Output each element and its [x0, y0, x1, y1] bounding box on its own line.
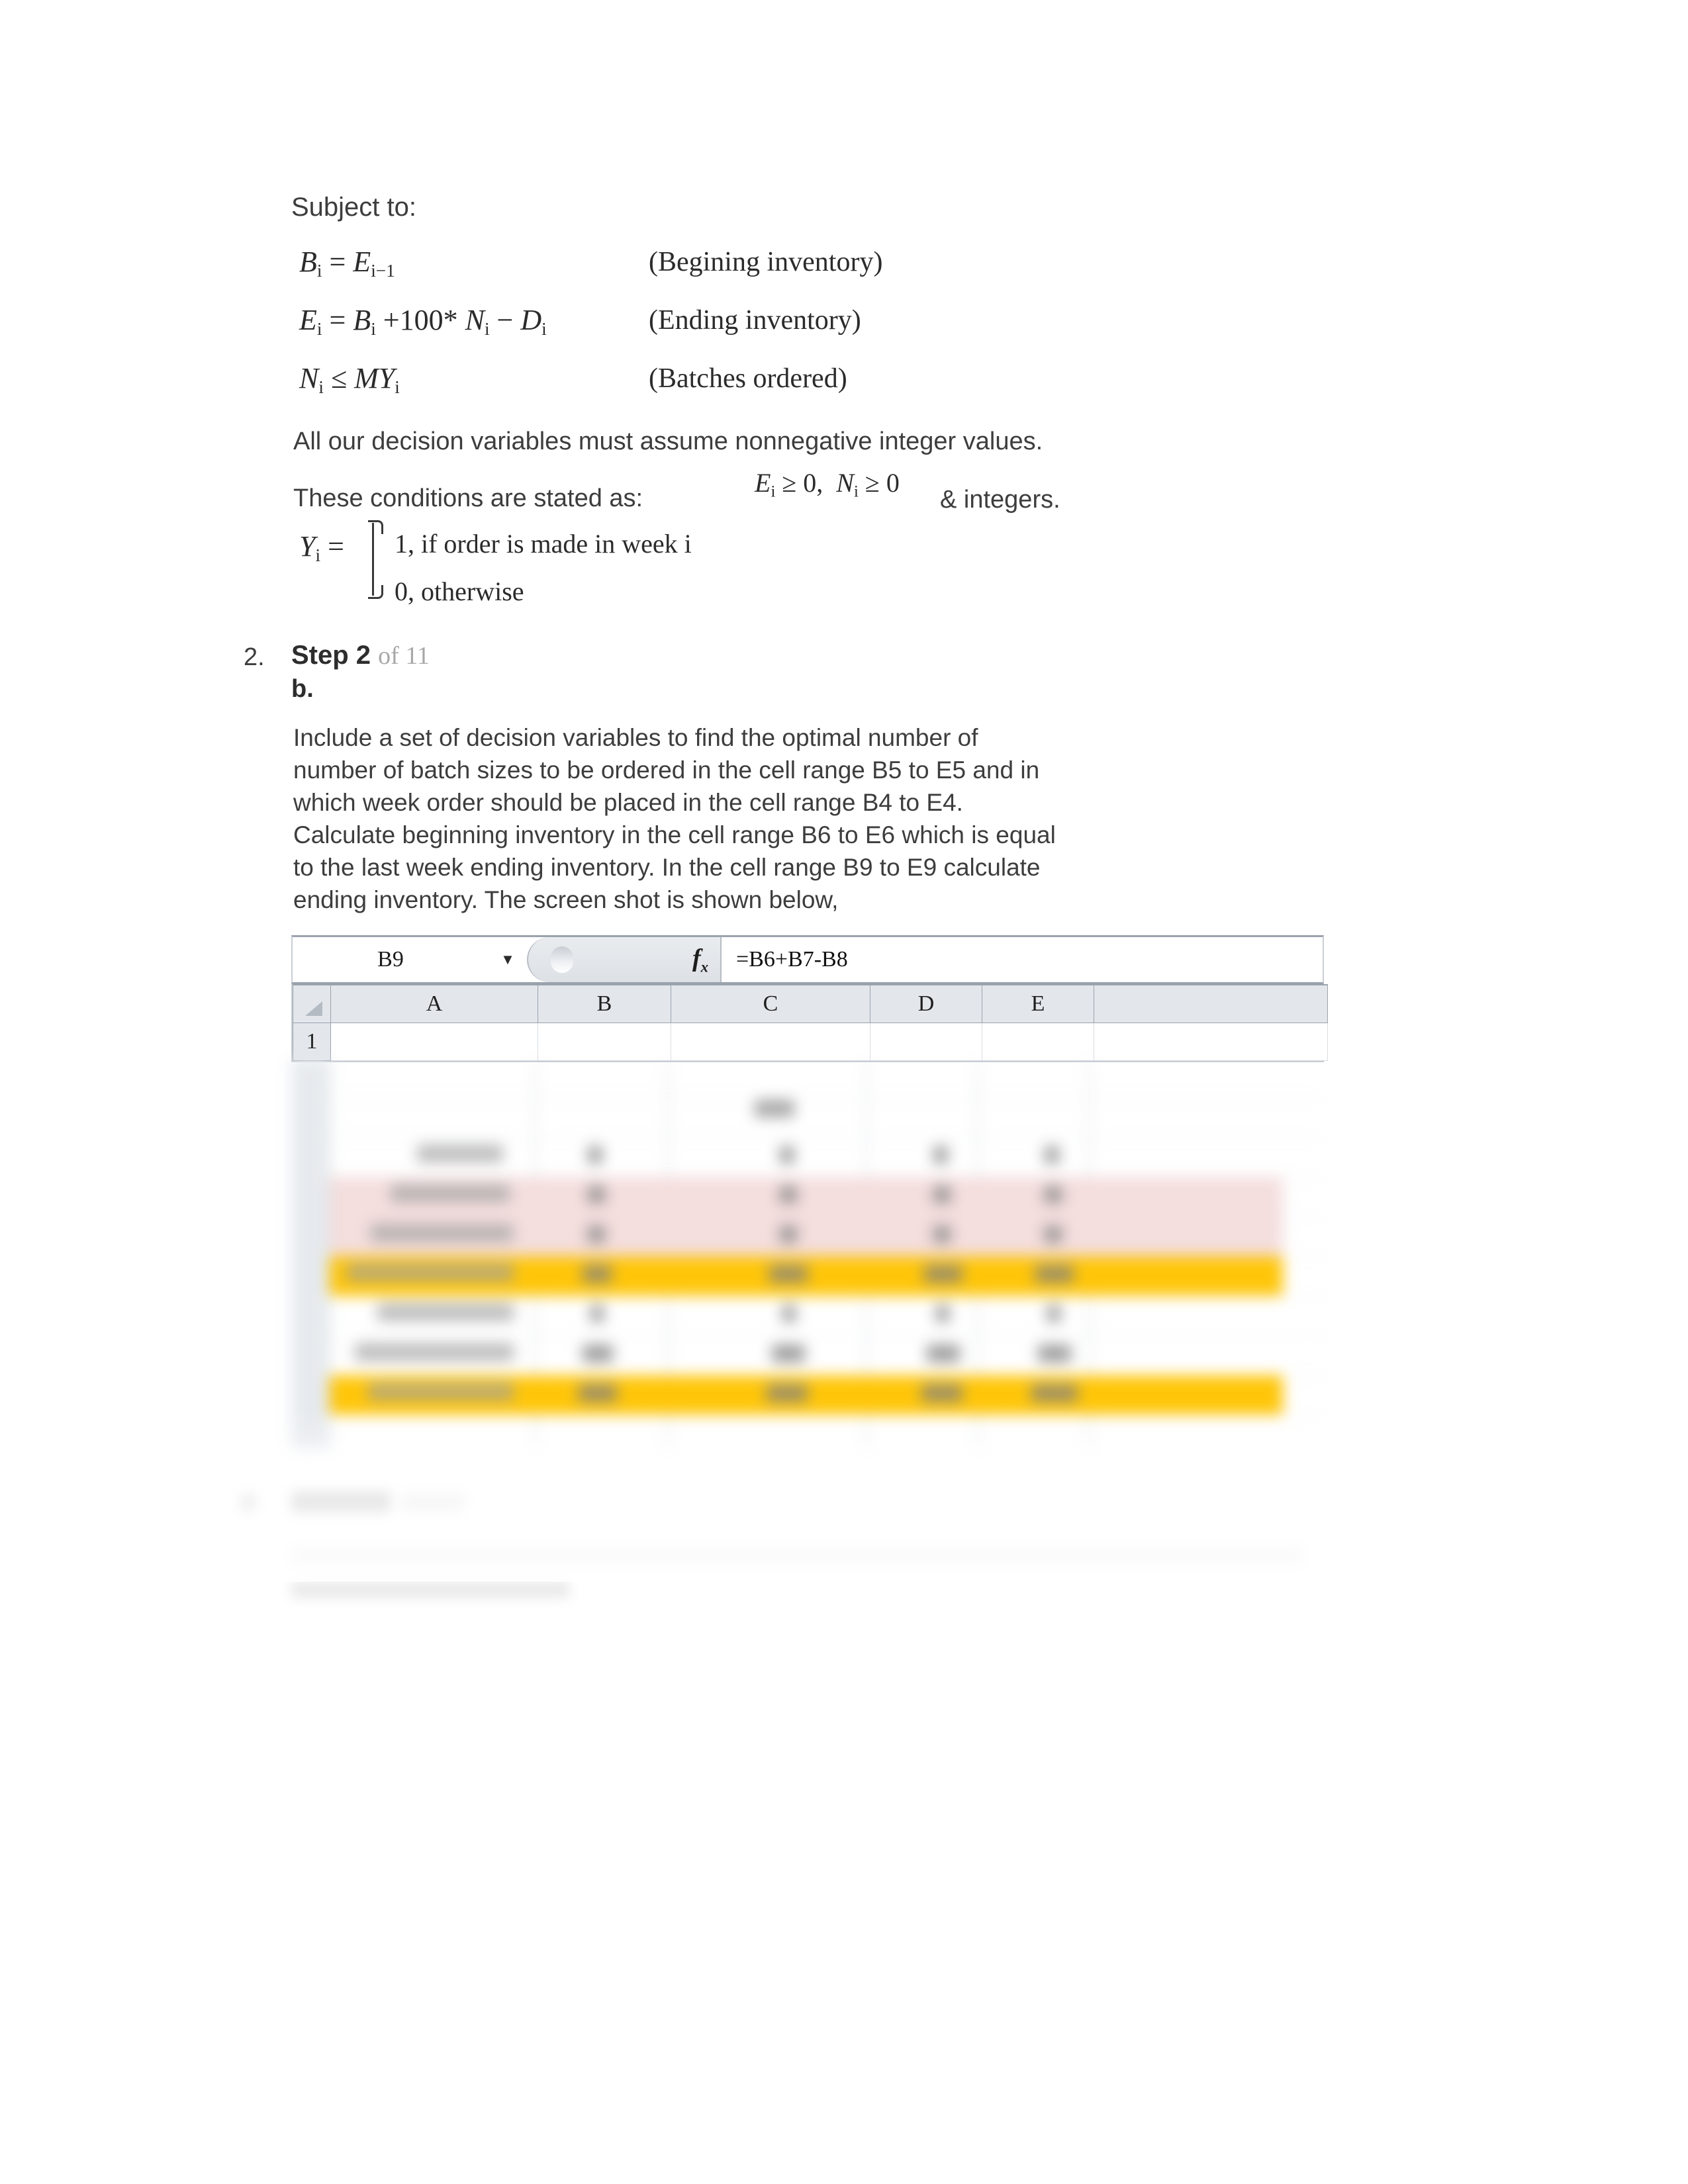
blurred-cell-e9	[1031, 1385, 1078, 1402]
gridline-h-2	[291, 1097, 1324, 1098]
blurred-cell-d5	[933, 1226, 951, 1243]
column-header-d[interactable]: D	[870, 984, 982, 1023]
cancel-enter-pill-icon	[551, 946, 573, 973]
excel-blurred-body[interactable]	[291, 1059, 1324, 1449]
step-2-of-label: of 11	[378, 642, 430, 670]
blurred-cell-e8	[1038, 1345, 1071, 1362]
excel-formula-input[interactable]: =B6+B7-B8	[722, 937, 1323, 982]
blurred-cell-b4	[588, 1186, 605, 1203]
blurred-label-batches-ordered	[371, 1224, 513, 1242]
column-header-overflow	[1094, 984, 1328, 1023]
excel-formula-bar: B9 ▼ fx =B6+B7-B8	[291, 935, 1324, 984]
excel-formula-buttons[interactable]: fx	[527, 937, 722, 982]
cell-b1[interactable]	[538, 1023, 671, 1061]
step-2-body: Include a set of decision variables to f…	[293, 724, 1056, 913]
excel-name-box[interactable]: B9	[293, 937, 489, 982]
cell-d1[interactable]	[870, 1023, 982, 1061]
step-2-sub-letter: b.	[291, 675, 314, 703]
row-header-1[interactable]: 1	[293, 1023, 331, 1061]
blurred-week-1	[588, 1146, 602, 1163]
name-box-chevron-down-icon[interactable]: ▼	[489, 937, 527, 982]
gridline-h-10	[291, 1415, 1324, 1416]
select-all-corner[interactable]	[293, 984, 331, 1023]
blurred-label-beginning-inventory	[347, 1264, 514, 1281]
blurred-label-week	[417, 1145, 503, 1162]
binary-definition-lhs: Yi =	[299, 530, 344, 566]
cell-c1[interactable]	[671, 1023, 870, 1061]
excel-column-header-row: A B C D E	[293, 984, 1328, 1023]
column-header-e[interactable]: E	[982, 984, 1094, 1023]
step-2-title-text: Step 2	[291, 641, 371, 670]
blurred-cell-e5	[1045, 1226, 1062, 1243]
excel-row-1: 1	[293, 1023, 1328, 1061]
step-2-title: Step 2 of 11	[291, 641, 430, 670]
blurred-cell-b6	[583, 1265, 612, 1283]
equation-1-label: (Begining inventory)	[649, 247, 883, 277]
blurred-cell-d6	[924, 1265, 962, 1283]
blurred-cell-b7	[590, 1305, 604, 1322]
excel-screenshot: B9 ▼ fx =B6+B7-B8 A B C D E 1	[291, 935, 1328, 1062]
subject-to-label: Subject to:	[291, 193, 417, 222]
column-header-b[interactable]: B	[538, 984, 671, 1023]
cell-e1[interactable]	[982, 1023, 1094, 1061]
excel-grid: A B C D E 1	[291, 984, 1328, 1062]
blurred-cell-b8	[583, 1345, 613, 1362]
equation-2-label: (Ending inventory)	[649, 305, 861, 336]
blurred-label-ending-inventory	[368, 1383, 514, 1400]
blurred-cell-e7	[1047, 1305, 1060, 1322]
blurred-label-place-order	[391, 1185, 510, 1202]
blurred-week-2	[780, 1146, 794, 1163]
equation-3-lhs: Ni ≤ MYi	[299, 362, 400, 398]
binary-case-one: 1, if order is made in week i	[395, 529, 692, 559]
conditions-suffix: & integers.	[940, 486, 1060, 514]
blurred-cell-d7	[936, 1305, 949, 1322]
nonnegative-sentence: All our decision variables must assume n…	[293, 428, 1043, 455]
blurred-label-amount-demanded	[355, 1343, 514, 1361]
blurred-cell-c5	[780, 1226, 797, 1243]
gridline-h-7	[291, 1296, 1324, 1297]
brace-top	[368, 520, 383, 534]
blurred-cell-d4	[933, 1186, 951, 1203]
step-3-list-number	[241, 1494, 256, 1512]
step-3-body-line-2	[291, 1582, 569, 1598]
blurred-cell-c7	[782, 1305, 796, 1322]
blurred-week-4	[1045, 1146, 1059, 1163]
step-3-of-label	[401, 1494, 465, 1512]
gridline-h-3	[291, 1137, 1324, 1138]
blurred-header-week	[755, 1100, 794, 1117]
blurred-cell-c4	[780, 1186, 797, 1203]
step-3-body-line-1	[291, 1549, 1304, 1565]
step-2-list-number: 2.	[244, 643, 265, 671]
equation-2-lhs: Ei = Bi +100* Ni − Di	[299, 304, 547, 340]
blurred-cell-e4	[1045, 1186, 1062, 1203]
blurred-cell-c9	[767, 1385, 808, 1402]
blurred-week-3	[933, 1146, 948, 1163]
select-all-triangle-icon	[305, 1001, 322, 1016]
column-header-c[interactable]: C	[671, 984, 870, 1023]
blurred-cell-b9	[579, 1385, 617, 1402]
blurred-label-amount-ordered	[377, 1304, 514, 1321]
insert-function-icon[interactable]: fx	[692, 944, 708, 976]
document-page: Subject to: Bi = Ei−1 (Begining inventor…	[0, 0, 1688, 2184]
blurred-cell-c6	[769, 1265, 808, 1283]
cell-a1[interactable]	[330, 1023, 538, 1061]
conditions-prefix: These conditions are stated as:	[293, 484, 643, 512]
step-3-title	[291, 1492, 391, 1513]
conditions-math: Ei ≥ 0, Ni ≥ 0	[755, 468, 900, 501]
cell-f1[interactable]	[1094, 1023, 1328, 1061]
blurred-cell-c8	[772, 1345, 805, 1362]
blurred-cell-e6	[1035, 1265, 1074, 1283]
blurred-cell-d9	[921, 1385, 962, 1402]
equation-3-label: (Batches ordered)	[649, 363, 847, 394]
blurred-cell-d8	[927, 1345, 960, 1362]
column-header-a[interactable]: A	[330, 984, 538, 1023]
blurred-row-header-column	[291, 1059, 328, 1449]
blurred-cell-b5	[588, 1226, 605, 1243]
equation-1-lhs: Bi = Ei−1	[299, 246, 395, 281]
brace-bottom	[368, 585, 383, 599]
step-3-faded-block	[232, 1482, 1357, 1598]
binary-case-zero: 0, otherwise	[395, 576, 524, 606]
